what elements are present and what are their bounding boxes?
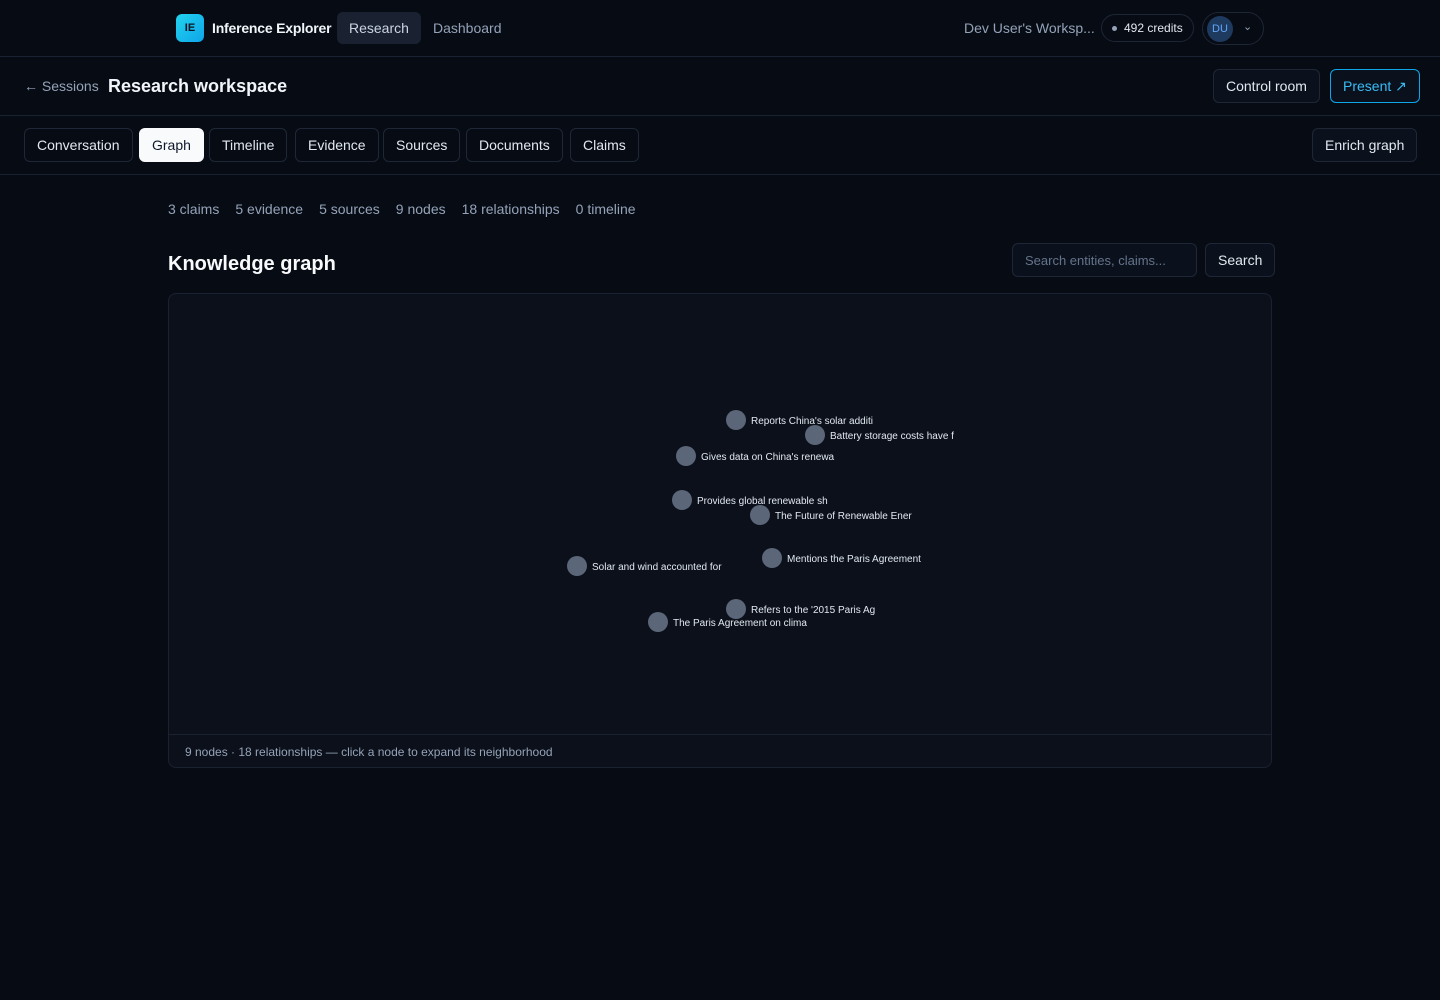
graph-node-label: The Future of Renewable Ener (775, 511, 912, 522)
workspace-switcher[interactable]: Dev User's Worksp... (964, 20, 1095, 36)
graph-canvas[interactable]: Reports China's solar additi Battery stor… (169, 294, 1272, 734)
graph-node-circle[interactable] (676, 446, 696, 466)
graph-node[interactable]: Solar and wind accounted for (567, 556, 722, 576)
graph-node[interactable]: Provides global renewable sh (672, 490, 828, 510)
back-to-sessions-link[interactable]: ← Sessions (24, 78, 99, 94)
graph-node-circle[interactable] (726, 599, 746, 619)
graph-node-label: Gives data on China's renewa (701, 452, 835, 463)
graph-node-label: The Paris Agreement on clima (673, 618, 807, 629)
page-header: ← Sessions Research workspace Control ro… (0, 57, 1440, 116)
graph-node-circle[interactable] (750, 505, 770, 525)
credits-label: 492 credits (1124, 21, 1183, 35)
graph-node-circle[interactable] (805, 425, 825, 445)
graph-node-circle[interactable] (648, 612, 668, 632)
tab-timeline[interactable]: Timeline (209, 128, 288, 162)
graph-node-circle[interactable] (567, 556, 587, 576)
graph-node-label: Reports China's solar additi (751, 416, 873, 427)
nav-link-research[interactable]: Research (337, 12, 421, 44)
graph-node-label: Battery storage costs have f (830, 431, 954, 442)
tab-sources[interactable]: Sources (383, 128, 461, 162)
graph-node[interactable]: Gives data on China's renewa (676, 446, 835, 466)
graph-node[interactable]: Refers to the '2015 Paris Ag (726, 599, 875, 619)
tab-graph[interactable]: Graph (139, 128, 204, 162)
stat-relationships: 18 relationships (461, 201, 560, 217)
stat-sources: 5 sources (319, 201, 380, 217)
stat-evidence: 5 evidence (235, 201, 304, 217)
graph-node[interactable]: Reports China's solar additi (726, 410, 873, 430)
tab-evidence[interactable]: Evidence (295, 128, 379, 162)
brand-logo: IE (176, 14, 204, 42)
stats-bar: 3 claims 5 evidence 5 sources 9 nodes 18… (168, 201, 636, 217)
graph-panel: Reports China's solar additi Battery stor… (168, 293, 1272, 768)
enrich-graph-button[interactable]: Enrich graph (1312, 128, 1418, 162)
graph-node-label: Mentions the Paris Agreement (787, 554, 921, 565)
brand-name: Inference Explorer (212, 20, 332, 36)
graph-node[interactable]: Mentions the Paris Agreement (762, 548, 921, 568)
graph-node-circle[interactable] (762, 548, 782, 568)
top-nav: IE Inference Explorer Research Dashboard… (0, 0, 1440, 57)
graph-node[interactable]: The Future of Renewable Ener (750, 505, 912, 525)
chevron-down-icon: ⌄ (1243, 21, 1253, 33)
nav-link-dashboard[interactable]: Dashboard (421, 12, 514, 44)
graph-node-label: Refers to the '2015 Paris Ag (751, 605, 875, 616)
tab-claims[interactable]: Claims (570, 128, 639, 162)
tab-documents[interactable]: Documents (466, 128, 563, 162)
credits-dot-icon (1112, 25, 1117, 31)
graph-footer: 9 nodes · 18 relationships — click a nod… (169, 734, 1271, 767)
control-room-button[interactable]: Control room (1213, 69, 1320, 103)
section-title: Knowledge graph (168, 253, 336, 275)
avatar: DU (1207, 16, 1233, 42)
user-menu[interactable]: DU ⌄ (1202, 12, 1264, 45)
brand[interactable]: IE Inference Explorer (176, 14, 332, 42)
credits-badge[interactable]: 492 credits (1101, 14, 1194, 42)
graph-node[interactable]: Battery storage costs have f (805, 425, 954, 445)
tabs-bar: Conversation Graph Timeline Evidence Sou… (0, 116, 1440, 175)
search-input[interactable] (1012, 243, 1197, 277)
graph-node-label: Solar and wind accounted for (592, 562, 722, 573)
stat-timeline: 0 timeline (575, 201, 636, 217)
graph-node-circle[interactable] (726, 410, 746, 430)
tab-conversation[interactable]: Conversation (24, 128, 133, 162)
stat-nodes: 9 nodes (395, 201, 446, 217)
stat-claims: 3 claims (168, 201, 220, 217)
present-button[interactable]: Present ↗ (1330, 69, 1420, 103)
search-button[interactable]: Search (1205, 243, 1276, 277)
graph-node-circle[interactable] (672, 490, 692, 510)
page-title: Research workspace (108, 76, 288, 96)
